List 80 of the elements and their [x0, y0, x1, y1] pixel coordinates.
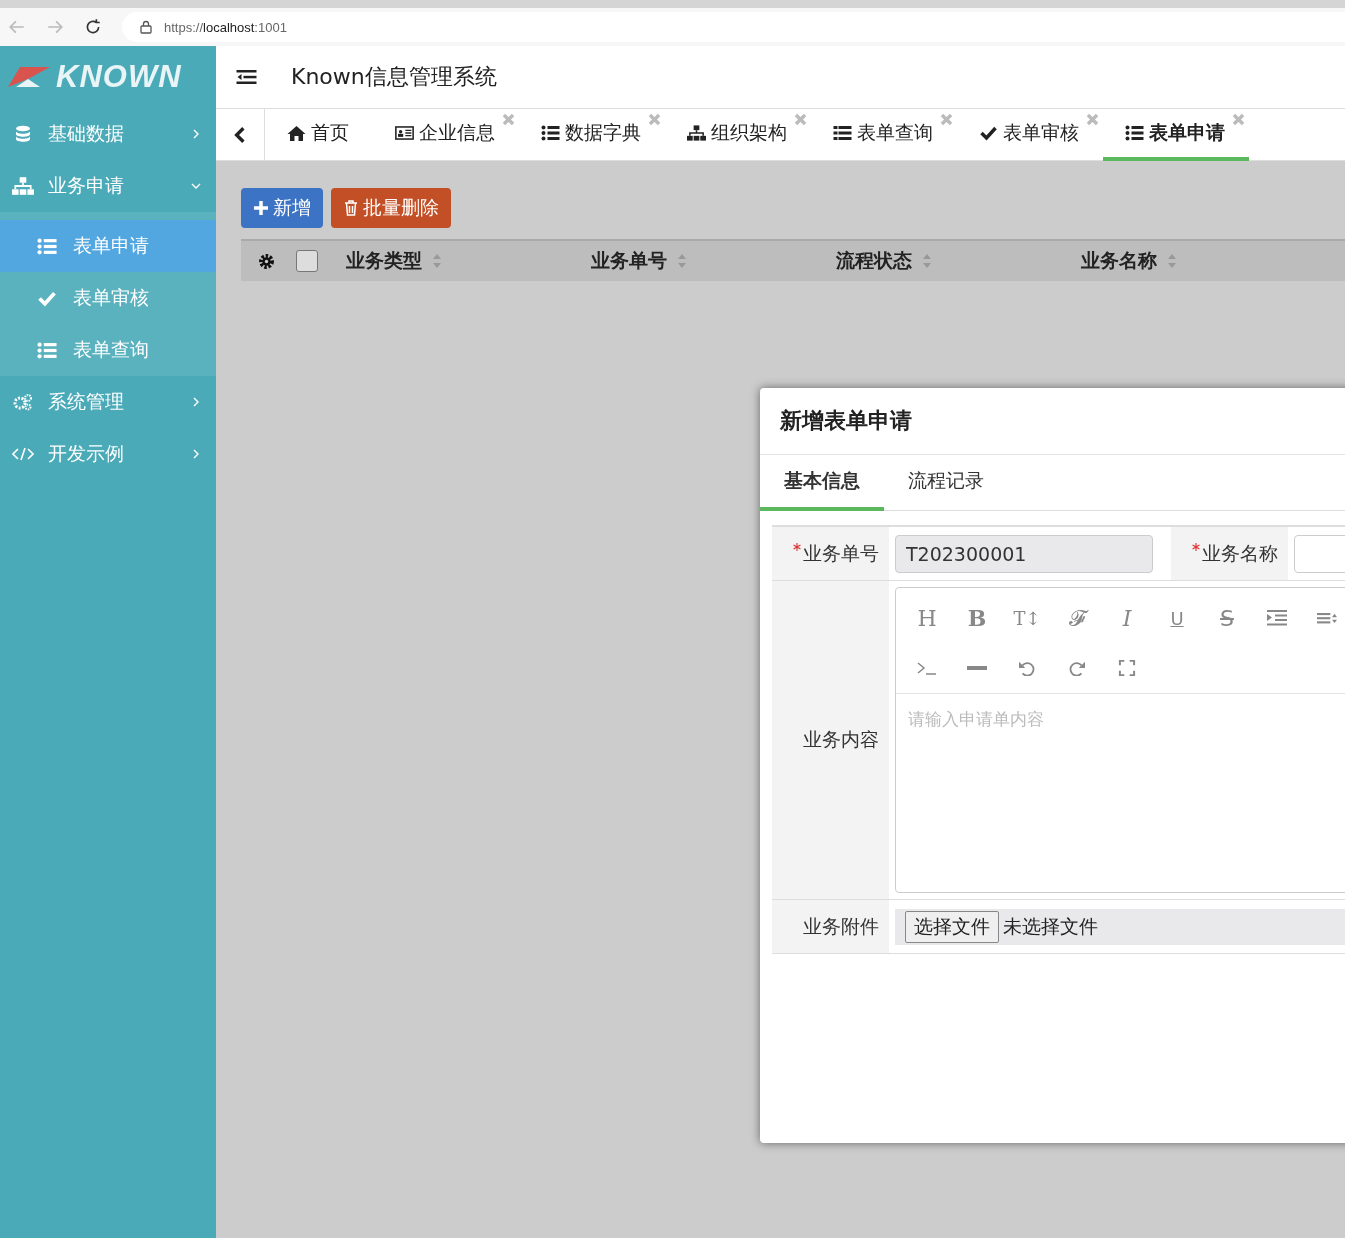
format-button[interactable]: U	[1152, 593, 1202, 643]
id-card-icon	[395, 125, 414, 141]
fullscreen-icon	[1117, 660, 1137, 676]
check-icon	[37, 289, 57, 307]
list-icon	[541, 125, 560, 141]
submenu-item[interactable]: 表单查询	[0, 324, 216, 376]
sort-icon[interactable]	[1167, 253, 1177, 269]
list-icon	[37, 341, 57, 359]
select-all-checkbox[interactable]	[296, 250, 318, 272]
page-tab[interactable]: 表单审核	[957, 109, 1103, 161]
trash-icon	[343, 200, 359, 216]
add-button[interactable]: 新增	[241, 188, 323, 228]
sort-icon[interactable]	[677, 253, 687, 269]
menu-item[interactable]: 系统管理	[0, 376, 216, 428]
submenu-item[interactable]: 表单申请	[0, 220, 216, 272]
dialog-tab[interactable]: 基本信息	[760, 455, 884, 511]
column-header[interactable]: 业务名称	[1081, 248, 1157, 274]
list-icon	[37, 237, 57, 255]
close-icon[interactable]	[1086, 113, 1099, 126]
column-header[interactable]: 业务单号	[591, 248, 667, 274]
logo-text: KNOWN	[56, 59, 182, 95]
format-button[interactable]: S	[1202, 593, 1252, 643]
format-button[interactable]: I	[1102, 593, 1152, 643]
sort-icon[interactable]	[432, 253, 442, 269]
page-tab[interactable]: 首页	[265, 109, 373, 161]
format-button[interactable]: T↕	[1002, 593, 1052, 643]
format-button[interactable]: 𝓕	[1052, 593, 1102, 643]
column-header[interactable]: 流程状态	[836, 248, 912, 274]
field-label: 业务附件	[772, 900, 889, 953]
delete-button[interactable]: 批量删除	[331, 188, 451, 228]
editor-placeholder: 请输入申请单内容	[907, 708, 1045, 731]
format-button[interactable]: B	[952, 593, 1002, 643]
list-icon	[833, 125, 852, 141]
undo-icon	[1017, 660, 1037, 676]
file-input[interactable]: 选择文件 未选择文件	[895, 908, 1345, 945]
menu-icon[interactable]	[236, 69, 257, 85]
reload-icon[interactable]	[84, 18, 102, 36]
menu-item[interactable]: 开发示例	[0, 428, 216, 480]
page-tab[interactable]: 组织架构	[665, 109, 811, 161]
back-icon[interactable]	[8, 18, 26, 36]
sitemap-icon	[12, 177, 34, 195]
column-header[interactable]: 业务类型	[346, 248, 422, 274]
page-tab[interactable]: 企业信息	[373, 109, 519, 161]
submenu-item[interactable]: 表单审核	[0, 272, 216, 324]
sort-icon[interactable]	[922, 253, 932, 269]
page-tab[interactable]: 表单查询	[811, 109, 957, 161]
plus-icon	[253, 200, 269, 216]
rich-text-editor[interactable]: H B T↕ 𝓕 I U S 请输入申请单内容	[895, 587, 1345, 893]
logo-icon	[6, 65, 52, 89]
field-label: 业务名称	[1202, 540, 1278, 566]
check-icon	[979, 125, 998, 141]
gears-icon	[12, 393, 34, 411]
terminal-icon	[917, 660, 937, 676]
dialog-tab[interactable]: 流程记录	[884, 455, 1008, 511]
close-icon[interactable]	[1232, 113, 1245, 126]
align-icon	[1317, 610, 1337, 626]
field-label: 业务内容	[772, 581, 889, 899]
format-button[interactable]: H	[902, 593, 952, 643]
chevron-left-icon	[234, 125, 246, 144]
close-icon[interactable]	[502, 113, 515, 126]
code-icon	[12, 445, 34, 463]
indent-icon	[1267, 610, 1287, 626]
list-icon	[1125, 125, 1144, 141]
page-tab[interactable]: 表单申请	[1103, 109, 1249, 161]
redo-icon	[1067, 660, 1087, 676]
close-icon[interactable]	[794, 113, 807, 126]
field-label: 业务单号	[803, 540, 879, 566]
menu-item[interactable]: 业务申请	[0, 160, 216, 212]
forward-icon[interactable]	[46, 18, 64, 36]
page-tab[interactable]: 数据字典	[519, 109, 665, 161]
dialog-title: 新增表单申请	[760, 388, 1345, 455]
gear-icon[interactable]	[258, 252, 275, 270]
address-bar[interactable]: https://localhost:1001	[122, 12, 1345, 42]
app-title: Known信息管理系统	[291, 63, 497, 91]
close-icon[interactable]	[648, 113, 661, 126]
close-icon[interactable]	[940, 113, 953, 126]
sitemap-icon	[687, 125, 706, 141]
home-icon	[287, 125, 306, 141]
menu-item[interactable]: 基础数据	[0, 108, 216, 160]
lock-icon	[140, 20, 152, 34]
